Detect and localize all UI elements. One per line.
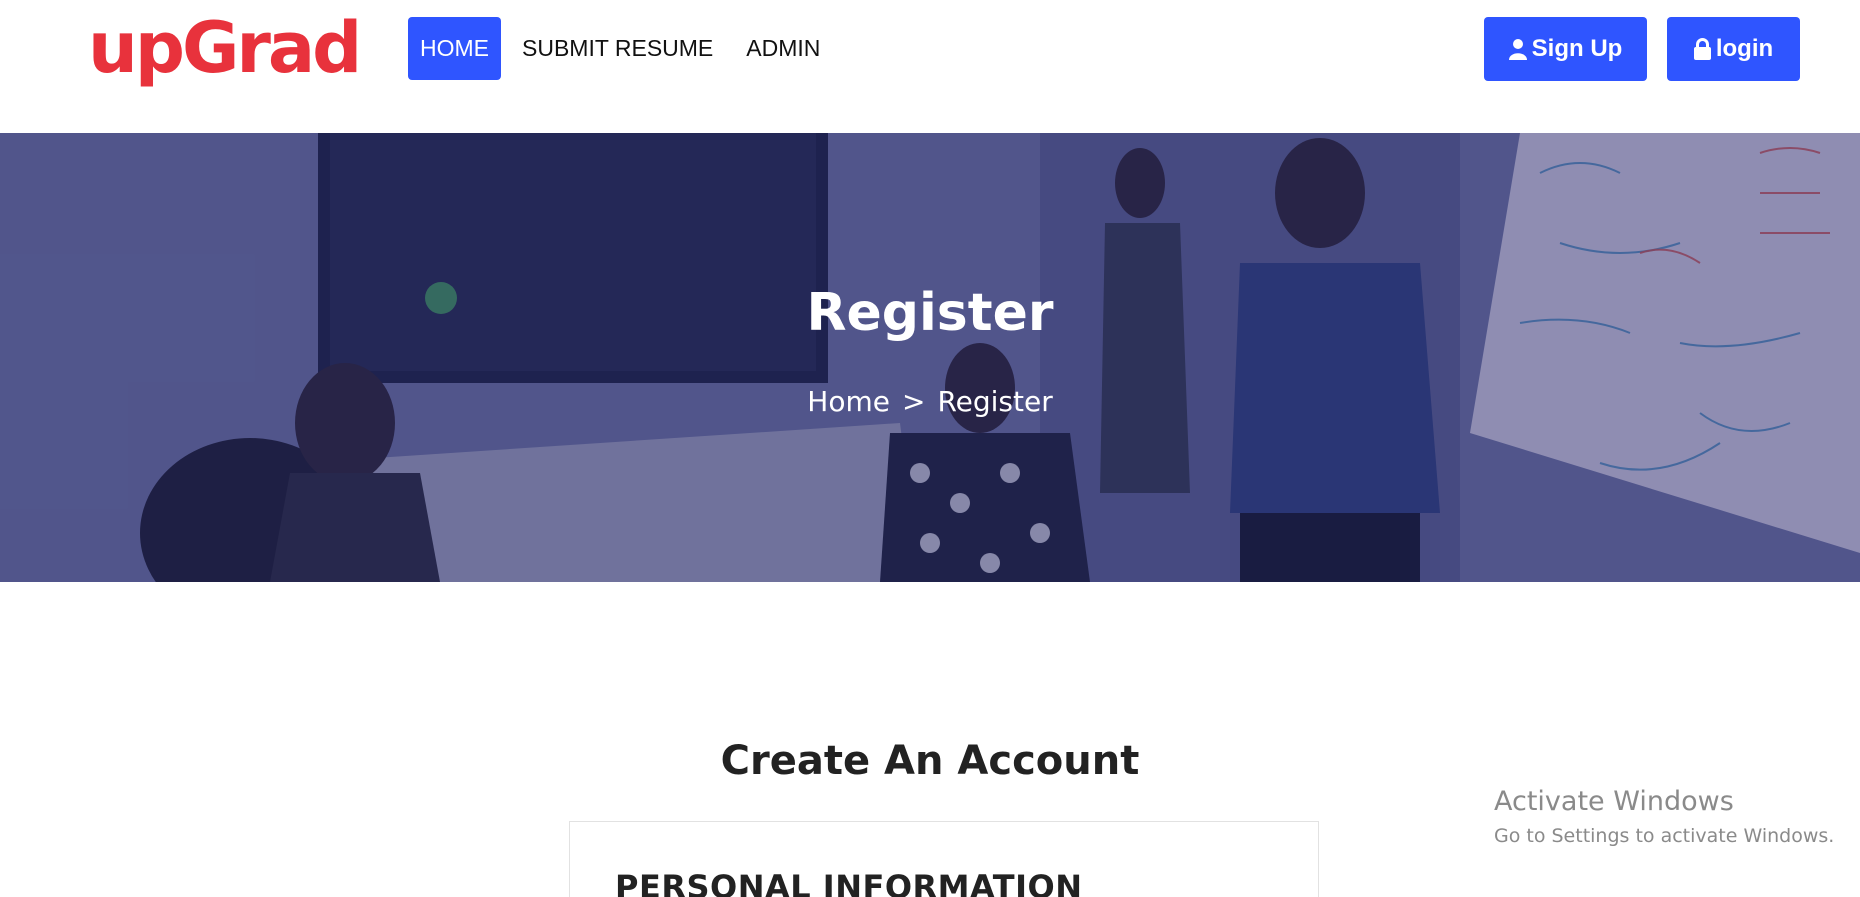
sign-up-button[interactable]: Sign Up	[1484, 17, 1647, 81]
nav-submit-resume[interactable]: SUBMIT RESUME	[510, 17, 725, 80]
watermark-subtitle: Go to Settings to activate Windows.	[1494, 825, 1835, 847]
login-button[interactable]: login	[1667, 17, 1800, 81]
page-title: Register	[806, 283, 1054, 343]
user-icon	[1508, 38, 1527, 60]
auth-buttons: Sign Up login	[1464, 17, 1800, 81]
main-nav: HOME SUBMIT RESUME ADMIN	[408, 17, 841, 80]
site-header: upGrad HOME SUBMIT RESUME ADMIN Sign Up …	[0, 0, 1860, 133]
breadcrumb-current: Register	[937, 385, 1053, 418]
personal-information-heading: PERSONAL INFORMATION	[615, 868, 1083, 897]
hero-banner: Register Home > Register	[0, 133, 1860, 582]
watermark-title: Activate Windows	[1494, 786, 1734, 817]
hero-overlay	[0, 133, 1860, 582]
upgrad-logo[interactable]: upGrad	[88, 8, 362, 88]
breadcrumb: Home > Register	[0, 385, 1860, 418]
nav-admin[interactable]: ADMIN	[734, 17, 832, 80]
sign-up-label: Sign Up	[1531, 35, 1623, 62]
lock-icon	[1693, 38, 1711, 60]
breadcrumb-separator: >	[901, 385, 926, 418]
registration-form-card: PERSONAL INFORMATION	[569, 821, 1319, 897]
login-label: login	[1715, 35, 1774, 62]
breadcrumb-home[interactable]: Home	[807, 385, 890, 418]
activate-windows-watermark: Activate Windows Go to Settings to activ…	[1494, 786, 1834, 847]
nav-home[interactable]: HOME	[408, 17, 501, 80]
section-title: Create An Account	[720, 738, 1140, 784]
